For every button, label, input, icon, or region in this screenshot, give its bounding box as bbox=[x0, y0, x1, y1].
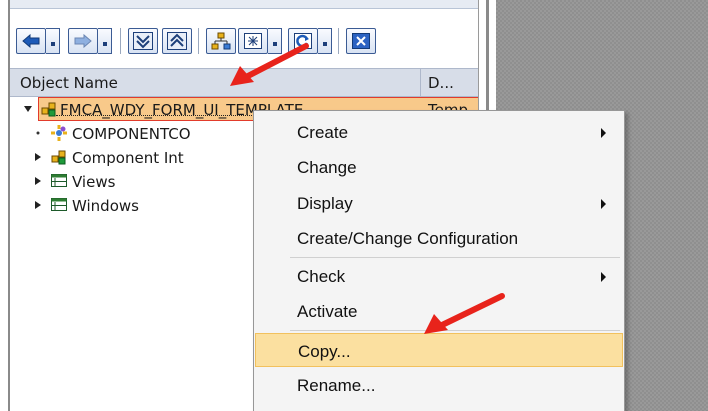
dropdown-icon bbox=[322, 42, 327, 46]
menu-item-label: Display bbox=[297, 194, 353, 213]
dropdown-icon bbox=[102, 42, 107, 46]
column-divider[interactable] bbox=[420, 69, 421, 96]
submenu-arrow-icon bbox=[601, 199, 606, 209]
menu-item-create-change-configuration[interactable]: Create/Change Configuration bbox=[255, 221, 623, 255]
top-strip bbox=[10, 0, 480, 9]
collapse-all-button[interactable] bbox=[162, 28, 192, 54]
annotation-arrow-icon bbox=[230, 43, 309, 86]
menu-item-display[interactable]: Display bbox=[255, 186, 623, 220]
annotation-arrow-icon bbox=[424, 293, 505, 334]
column-description[interactable]: D... bbox=[428, 74, 454, 92]
forward-dropdown-button[interactable] bbox=[98, 28, 112, 54]
tree-item-label: Windows bbox=[72, 197, 139, 215]
close-button[interactable] bbox=[346, 28, 376, 54]
submenu-arrow-icon bbox=[601, 128, 606, 138]
expand-triangle-icon[interactable] bbox=[34, 152, 42, 162]
forward-arrow-icon bbox=[74, 34, 92, 48]
menu-item-label: Create bbox=[297, 123, 349, 142]
menu-item-label: Copy... bbox=[298, 342, 351, 361]
menu-item-label: Rename... bbox=[297, 376, 376, 395]
tree-item-label: Views bbox=[72, 173, 116, 191]
menu-item-create[interactable]: Create bbox=[255, 115, 623, 149]
component-interface-icon bbox=[51, 150, 66, 165]
menu-item-check[interactable]: Check bbox=[255, 259, 623, 293]
back-button[interactable] bbox=[16, 28, 46, 54]
menu-item-label: Change bbox=[297, 158, 357, 177]
menu-item-rename[interactable]: Rename... bbox=[255, 368, 623, 402]
tree-item-label: COMPONENTCO bbox=[72, 125, 191, 143]
expand-triangle-icon[interactable] bbox=[34, 176, 42, 186]
back-arrow-icon bbox=[22, 34, 40, 48]
windows-icon bbox=[51, 198, 67, 211]
forward-button[interactable] bbox=[68, 28, 98, 54]
views-icon bbox=[51, 174, 67, 187]
toolbar-separator bbox=[198, 28, 199, 54]
back-dropdown-button[interactable] bbox=[46, 28, 60, 54]
collapse-triangle-icon[interactable] bbox=[24, 104, 32, 114]
submenu-arrow-icon bbox=[601, 272, 606, 282]
leaf-dot-icon bbox=[36, 131, 40, 135]
menu-separator bbox=[290, 257, 620, 258]
menu-item-label: Check bbox=[297, 267, 346, 286]
menu-item-label: Create/Change Configuration bbox=[297, 229, 519, 248]
menu-item-label: Activate bbox=[297, 302, 358, 321]
column-object-name[interactable]: Object Name bbox=[20, 74, 118, 92]
context-menu: Create Change Display Create/Change Conf… bbox=[253, 110, 625, 411]
expand-triangle-icon[interactable] bbox=[34, 200, 42, 210]
close-icon bbox=[352, 33, 370, 49]
toolbar-separator bbox=[120, 28, 121, 54]
expand-all-icon bbox=[133, 32, 153, 50]
expand-all-button[interactable] bbox=[128, 28, 158, 54]
toolbar-separator bbox=[338, 28, 339, 54]
tree-item-label: Component Int bbox=[72, 149, 184, 167]
menu-item-change[interactable]: Change bbox=[255, 150, 623, 184]
component-controller-icon bbox=[51, 125, 67, 141]
refresh-dropdown-button[interactable] bbox=[318, 28, 332, 54]
collapse-all-icon bbox=[167, 32, 187, 50]
dropdown-icon bbox=[50, 42, 55, 46]
